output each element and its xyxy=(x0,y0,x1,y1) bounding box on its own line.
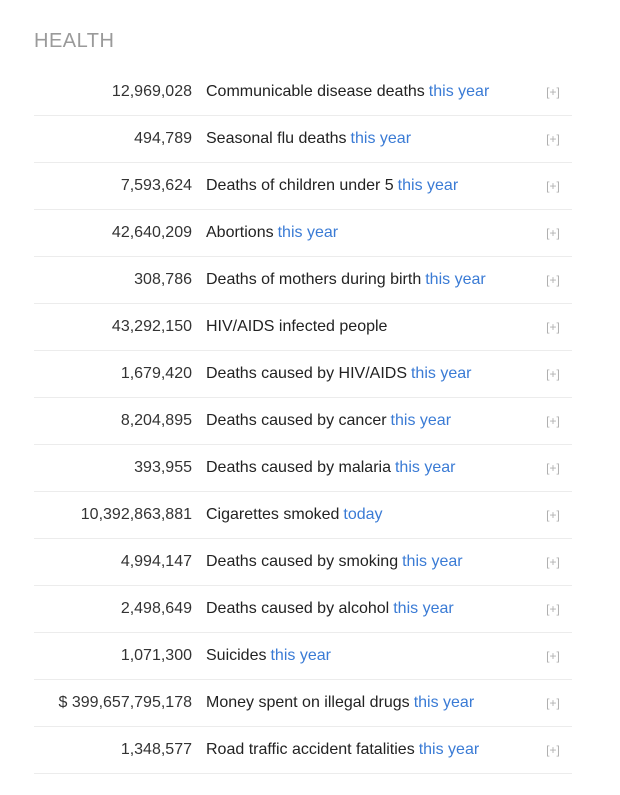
counter-label: Suicides this year xyxy=(206,647,538,665)
counter-label-text: HIV/AIDS infected people xyxy=(206,318,388,335)
counter-label: Deaths of children under 5 this year xyxy=(206,177,538,195)
counter-label: Deaths caused by alcohol this year xyxy=(206,600,538,618)
counter-value: 1,679,420 xyxy=(120,365,192,382)
counter-value: 12,969,028 xyxy=(111,83,192,100)
counter-row: 8,204,895 Deaths caused by cancer this ye… xyxy=(34,398,572,445)
counter-value: 393,955 xyxy=(134,459,192,476)
counter-row: 2,498,649 Deaths caused by alcohol this y… xyxy=(34,586,572,633)
counter-label: Communicable disease deaths this year xyxy=(206,83,538,101)
counter-value: 2,498,649 xyxy=(120,600,192,617)
counter-row: 1,348,577 Road traffic accident fataliti… xyxy=(34,727,572,774)
counter-value: 8,204,895 xyxy=(120,412,192,429)
section-title: HEALTH xyxy=(34,30,115,52)
counter-label-text: Deaths caused by smoking xyxy=(206,553,399,570)
counter-label-text: Suicides xyxy=(206,647,267,664)
period-link[interactable]: this year xyxy=(414,694,474,711)
counter-label: HIV/AIDS infected people xyxy=(206,318,538,336)
expand-toggle[interactable]: [+] xyxy=(538,414,568,428)
counter-value: 10,392,863,881 xyxy=(80,506,192,523)
expand-toggle[interactable]: [+] xyxy=(538,132,568,146)
period-link[interactable]: this year xyxy=(393,600,453,617)
period-link[interactable]: this year xyxy=(429,83,489,100)
counter-row: 7,593,624 Deaths of children under 5 this… xyxy=(34,163,572,210)
expand-toggle[interactable]: [+] xyxy=(538,85,568,99)
counter-value: 1,348,577 xyxy=(120,741,192,758)
period-link[interactable]: this year xyxy=(391,412,451,429)
expand-toggle[interactable]: [+] xyxy=(538,461,568,475)
counter-label: Deaths caused by HIV/AIDS this year xyxy=(206,365,538,383)
counter-label-text: Money spent on illegal drugs xyxy=(206,694,410,711)
counter-value: 43,292,150 xyxy=(111,318,192,335)
counter-row: 12,969,028 Communicable disease deaths th… xyxy=(34,69,572,116)
period-link[interactable]: this year xyxy=(398,177,458,194)
period-link[interactable]: this year xyxy=(278,224,338,241)
counter-value: 494,789 xyxy=(134,130,192,147)
counter-value: $ 399,657,795,178 xyxy=(58,694,192,711)
counter-label-text: Cigarettes smoked xyxy=(206,506,340,523)
counter-value: 1,071,300 xyxy=(120,647,192,664)
counter-row: 4,994,147 Deaths caused by smoking this y… xyxy=(34,539,572,586)
counter-label: Abortions this year xyxy=(206,224,538,242)
counter-row: 393,955 Deaths caused by malaria this yea… xyxy=(34,445,572,492)
expand-toggle[interactable]: [+] xyxy=(538,273,568,287)
counter-label-text: Deaths caused by alcohol xyxy=(206,600,390,617)
expand-toggle[interactable]: [+] xyxy=(538,508,568,522)
counter-label: Deaths caused by cancer this year xyxy=(206,412,538,430)
counter-value: 308,786 xyxy=(134,271,192,288)
counter-value: 42,640,209 xyxy=(111,224,192,241)
counter-row: 42,640,209 Abortions this year [+] xyxy=(34,210,572,257)
counter-label-text: Abortions xyxy=(206,224,274,241)
counter-label-text: Deaths caused by malaria xyxy=(206,459,391,476)
counter-label-text: Road traffic accident fatalities xyxy=(206,741,415,758)
counter-label-text: Communicable disease deaths xyxy=(206,83,425,100)
counter-label: Deaths caused by smoking this year xyxy=(206,553,538,571)
counter-row: 1,071,300 Suicides this year [+] xyxy=(34,633,572,680)
expand-toggle[interactable]: [+] xyxy=(538,602,568,616)
counter-row: 43,292,150 HIV/AIDS infected people [+] xyxy=(34,304,572,351)
health-section: HEALTH 12,969,028 Communicable disease d… xyxy=(0,0,620,795)
counter-row: 10,392,863,881 Cigarettes smoked today [+… xyxy=(34,492,572,539)
expand-toggle[interactable]: [+] xyxy=(538,179,568,193)
counter-label: Seasonal flu deaths this year xyxy=(206,130,538,148)
expand-toggle[interactable]: [+] xyxy=(538,226,568,240)
expand-toggle[interactable]: [+] xyxy=(538,696,568,710)
counter-label: Deaths of mothers during birth this year xyxy=(206,271,538,289)
counter-label-text: Deaths of children under 5 xyxy=(206,177,394,194)
counter-label: Road traffic accident fatalities this yea… xyxy=(206,741,538,759)
expand-toggle[interactable]: [+] xyxy=(538,743,568,757)
period-link[interactable]: this year xyxy=(411,365,471,382)
counter-row: $ 399,657,795,178 Money spent on illegal… xyxy=(34,680,572,727)
health-counter-list: 12,969,028 Communicable disease deaths th… xyxy=(34,69,572,774)
counter-label: Deaths caused by malaria this year xyxy=(206,459,538,477)
period-link[interactable]: this year xyxy=(351,130,411,147)
counter-label-text: Deaths of mothers during birth xyxy=(206,271,422,288)
counter-row: 308,786 Deaths of mothers during birth th… xyxy=(34,257,572,304)
period-link[interactable]: this year xyxy=(402,553,462,570)
counter-label-text: Deaths caused by HIV/AIDS xyxy=(206,365,407,382)
counter-value: 4,994,147 xyxy=(120,553,192,570)
expand-toggle[interactable]: [+] xyxy=(538,320,568,334)
period-link[interactable]: this year xyxy=(395,459,455,476)
period-link[interactable]: this year xyxy=(270,647,330,664)
counter-label-text: Seasonal flu deaths xyxy=(206,130,347,147)
expand-toggle[interactable]: [+] xyxy=(538,367,568,381)
period-link[interactable]: today xyxy=(343,506,382,523)
counter-row: 494,789 Seasonal flu deaths this year [+] xyxy=(34,116,572,163)
expand-toggle[interactable]: [+] xyxy=(538,649,568,663)
counter-label-text: Deaths caused by cancer xyxy=(206,412,387,429)
counter-row: 1,679,420 Deaths caused by HIV/AIDS this … xyxy=(34,351,572,398)
counter-value: 7,593,624 xyxy=(120,177,192,194)
expand-toggle[interactable]: [+] xyxy=(538,555,568,569)
counter-label: Money spent on illegal drugs this year xyxy=(206,694,538,712)
counter-label: Cigarettes smoked today xyxy=(206,506,538,524)
period-link[interactable]: this year xyxy=(419,741,479,758)
period-link[interactable]: this year xyxy=(425,271,485,288)
